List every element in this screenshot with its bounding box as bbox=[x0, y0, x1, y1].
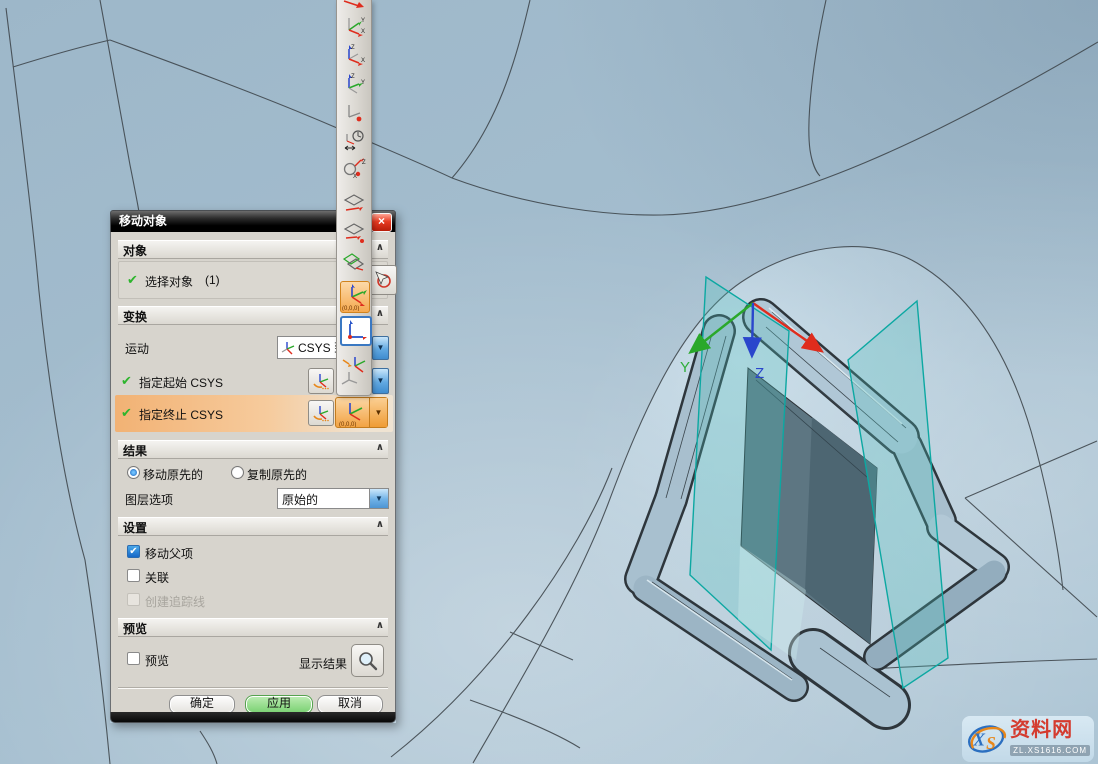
move-parent-checkbox[interactable]: ✔ bbox=[127, 545, 140, 558]
layer-option-value: 原始的 bbox=[282, 491, 318, 508]
svg-text:S: S bbox=[986, 734, 996, 753]
csys-object-icon[interactable]: ZX bbox=[340, 155, 368, 181]
select-object-label[interactable]: 选择对象 bbox=[145, 273, 193, 290]
csys-zy-icon[interactable]: ZY bbox=[340, 71, 368, 97]
section-transform-label: 变换 bbox=[123, 310, 147, 324]
copy-original-radio[interactable] bbox=[231, 466, 244, 479]
origin-coords-label: (0,0,0) bbox=[342, 306, 359, 311]
collapse-icon[interactable]: ∧ bbox=[376, 519, 384, 530]
svg-text:Z: Z bbox=[351, 74, 355, 80]
motion-label: 运动 bbox=[125, 340, 149, 357]
trace-line-checkbox bbox=[127, 593, 140, 606]
check-icon: ✔ bbox=[121, 373, 132, 389]
svg-text:Y: Y bbox=[361, 18, 365, 24]
csys-current-view-icon[interactable] bbox=[340, 316, 372, 346]
watermark: X S 资料网 ZL.XS1616.COM bbox=[962, 716, 1094, 762]
csys-dynamic-icon[interactable] bbox=[340, 127, 368, 153]
section-header-settings[interactable]: 设置 ∧ bbox=[118, 517, 388, 536]
motion-value: CSYS 到 bbox=[298, 339, 341, 356]
csys-mini-icon bbox=[280, 340, 296, 356]
select-object-count: (1) bbox=[205, 273, 220, 287]
close-button[interactable]: × bbox=[371, 213, 392, 232]
svg-text:X: X bbox=[361, 58, 365, 64]
layer-option-label: 图层选项 bbox=[125, 491, 173, 508]
footer-separator bbox=[118, 687, 388, 688]
end-csys-label[interactable]: 指定终止 CSYS bbox=[139, 406, 223, 423]
motion-dropdown[interactable]: CSYS 到 bbox=[277, 336, 341, 359]
csys-partial-icon[interactable] bbox=[340, 0, 368, 9]
watermark-site-name: 资料网 bbox=[1010, 720, 1090, 740]
section-result-label: 结果 bbox=[123, 444, 147, 458]
dialog-bottom-bar[interactable] bbox=[110, 712, 396, 723]
csys-dialog-icon bbox=[312, 372, 330, 390]
csys-plane-axis-icon[interactable] bbox=[340, 190, 368, 216]
collapse-icon[interactable]: ∧ bbox=[376, 442, 384, 453]
check-icon: ✔ bbox=[127, 272, 138, 288]
collapse-icon[interactable]: ∧ bbox=[376, 242, 384, 253]
collapse-icon[interactable]: ∧ bbox=[376, 620, 384, 631]
end-csys-dropdown-arrow[interactable]: ▼ bbox=[369, 398, 387, 427]
csys-dialog-icon bbox=[312, 404, 330, 422]
motion-type-dropdown-button[interactable]: ▼ bbox=[372, 336, 389, 360]
show-result-button[interactable] bbox=[351, 644, 384, 677]
check-icon: ✔ bbox=[129, 546, 137, 557]
copy-original-label[interactable]: 复制原先的 bbox=[247, 466, 307, 483]
csys-inferred-icon[interactable] bbox=[340, 350, 368, 390]
svg-text:X: X bbox=[972, 730, 985, 749]
show-result-label: 显示结果 bbox=[299, 655, 347, 672]
csys-type-palette: YX ZX ZY bbox=[336, 0, 372, 396]
svg-text:Z: Z bbox=[351, 45, 355, 51]
csys-absolute-icon: (0,0,0) bbox=[338, 399, 368, 427]
watermark-logo-icon: X S bbox=[966, 719, 1008, 759]
dialog-title: 移动对象 bbox=[119, 214, 167, 228]
axis-label-y: Y bbox=[680, 359, 690, 376]
close-icon: × bbox=[378, 214, 385, 228]
start-csys-type-dropdown-button[interactable]: ▼ bbox=[372, 368, 389, 394]
section-header-result[interactable]: 结果 ∧ bbox=[118, 440, 388, 459]
select-cursor-icon bbox=[372, 270, 392, 290]
section-settings-label: 设置 bbox=[123, 521, 147, 535]
watermark-site-url: ZL.XS1616.COM bbox=[1010, 745, 1090, 756]
svg-text:X: X bbox=[353, 174, 357, 180]
csys-zx-icon[interactable]: ZX bbox=[340, 42, 368, 68]
magnifier-icon bbox=[357, 650, 379, 672]
origin-coords-label: (0,0,0) bbox=[339, 422, 356, 427]
axis-label-z: Z bbox=[755, 365, 764, 382]
csys-three-planes-icon[interactable] bbox=[340, 248, 368, 274]
svg-text:Z: Z bbox=[362, 160, 366, 166]
collapse-icon[interactable]: ∧ bbox=[376, 308, 384, 319]
preview-label[interactable]: 预览 bbox=[145, 652, 169, 669]
move-parent-label[interactable]: 移动父项 bbox=[145, 545, 193, 562]
dropdown-arrow-icon: ▼ bbox=[375, 408, 383, 417]
section-preview-label: 预览 bbox=[123, 622, 147, 636]
end-csys-dialog-button[interactable] bbox=[308, 400, 334, 426]
svg-text:Y: Y bbox=[361, 80, 365, 86]
dropdown-arrow-icon: ▼ bbox=[377, 376, 385, 385]
svg-text:X: X bbox=[361, 29, 365, 35]
end-csys-type-split-button[interactable]: (0,0,0) ▼ bbox=[335, 397, 388, 428]
csys-absolute-icon[interactable]: (0,0,0) bbox=[340, 281, 370, 313]
associative-label[interactable]: 关联 bbox=[145, 569, 169, 586]
dropdown-arrow-icon: ▼ bbox=[377, 343, 385, 352]
start-csys-label[interactable]: 指定起始 CSYS bbox=[139, 374, 223, 391]
move-original-label[interactable]: 移动原先的 bbox=[143, 466, 203, 483]
application-window: Y Z 移动对象 × 对象 ∧ ✔ 选择对象 (1) bbox=[0, 0, 1098, 764]
section-object-label: 对象 bbox=[123, 244, 147, 258]
dropdown-arrow-icon[interactable]: ▼ bbox=[369, 489, 388, 508]
associative-checkbox[interactable] bbox=[127, 569, 140, 582]
trace-line-label: 创建追踪线 bbox=[145, 593, 205, 610]
check-icon: ✔ bbox=[121, 405, 132, 421]
csys-plane-point-icon[interactable] bbox=[340, 219, 368, 245]
layer-option-dropdown[interactable]: 原始的 ▼ bbox=[277, 488, 389, 509]
csys-origin-point-icon[interactable] bbox=[340, 99, 368, 125]
csys-xy-icon[interactable]: YX bbox=[340, 13, 368, 39]
start-csys-dialog-button[interactable] bbox=[308, 368, 334, 394]
section-header-preview[interactable]: 预览 ∧ bbox=[118, 618, 388, 637]
move-original-radio[interactable] bbox=[127, 466, 140, 479]
preview-checkbox[interactable] bbox=[127, 652, 140, 665]
